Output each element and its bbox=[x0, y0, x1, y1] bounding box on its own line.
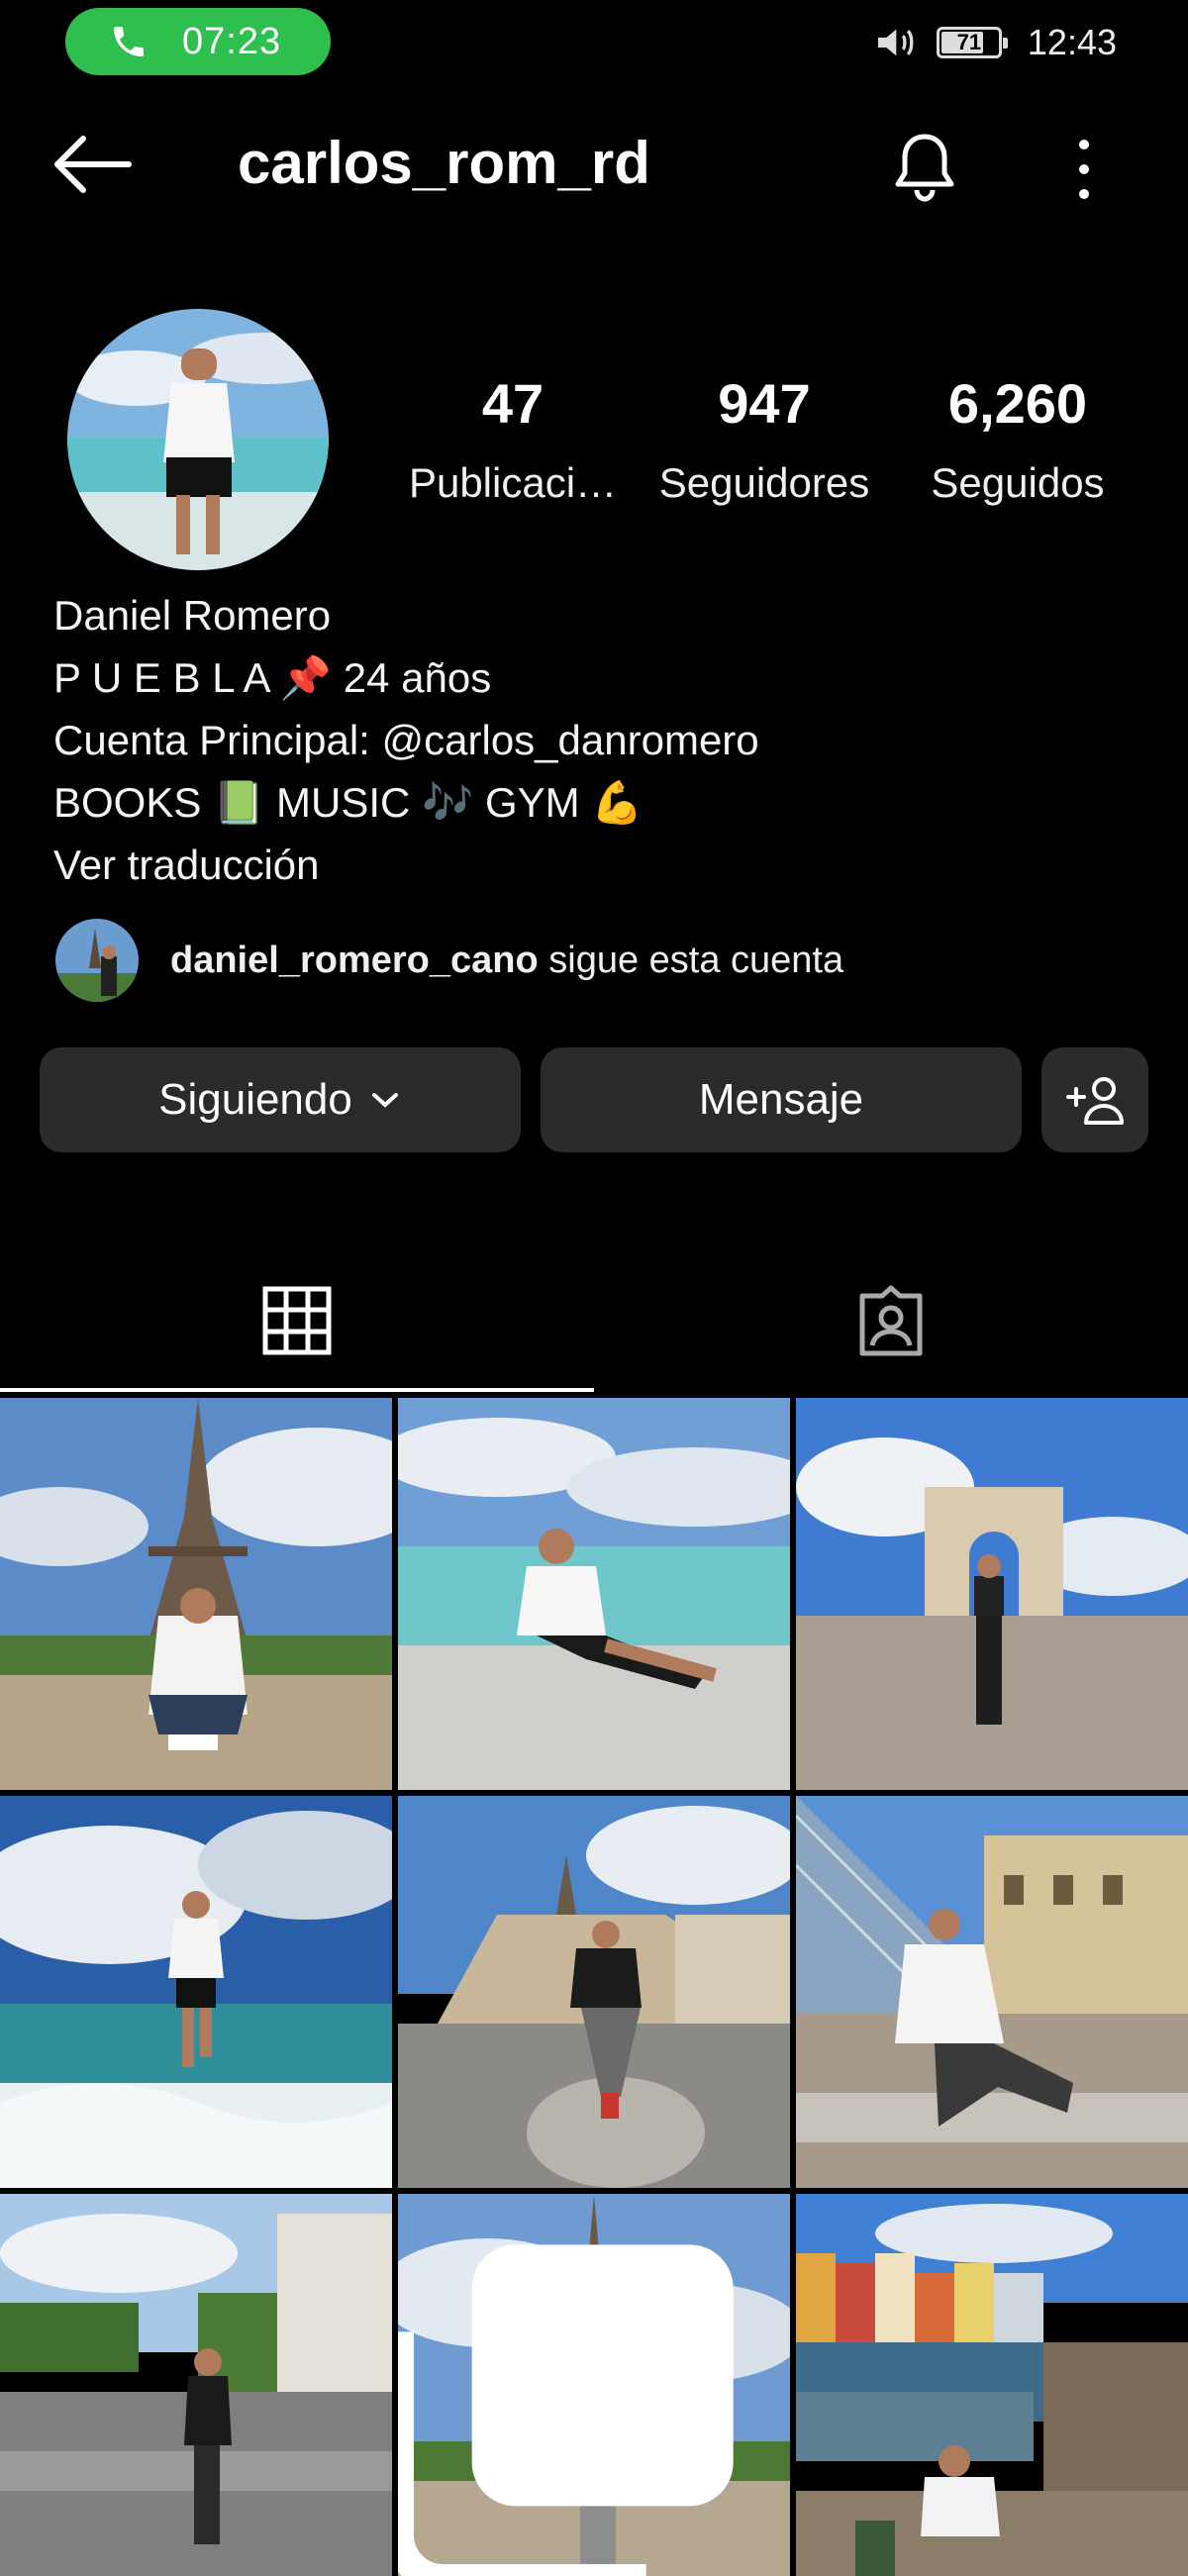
posts-label: Publicaci… bbox=[408, 459, 618, 506]
tab-tagged[interactable] bbox=[594, 1249, 1188, 1392]
back-button[interactable] bbox=[50, 135, 135, 194]
following-button[interactable]: Siguiendo bbox=[40, 1047, 521, 1152]
bell-icon bbox=[895, 134, 954, 202]
posts-stat[interactable]: 47 Publicaci… bbox=[384, 376, 642, 507]
call-duration: 07:23 bbox=[182, 20, 282, 62]
following-label: Seguidos bbox=[931, 459, 1105, 506]
status-clock: 12:43 bbox=[1027, 22, 1117, 62]
volume-icon bbox=[877, 29, 914, 56]
ongoing-call-pill[interactable]: 07:23 bbox=[65, 8, 331, 75]
phone-icon bbox=[114, 27, 144, 56]
profile-tabs bbox=[0, 1249, 1188, 1392]
see-translation-link[interactable]: Ver traducción bbox=[53, 834, 1142, 896]
post-thumbnail[interactable] bbox=[0, 1398, 392, 1790]
post-thumbnail[interactable] bbox=[398, 1796, 790, 2188]
active-tab-indicator bbox=[0, 1388, 594, 1392]
page-title: carlos_rom_rd bbox=[238, 130, 650, 196]
profile-bio: Daniel Romero P U E B L A 📌 24 años Cuen… bbox=[53, 584, 1142, 896]
post-thumbnail[interactable] bbox=[398, 1398, 790, 1790]
profile-header: carlos_rom_rd bbox=[0, 109, 1188, 208]
bio-line-account[interactable]: Cuenta Principal: @carlos_danromero bbox=[53, 709, 1142, 771]
more-options-button[interactable] bbox=[1059, 135, 1109, 204]
followers-stat[interactable]: 947 Seguidores bbox=[636, 376, 893, 507]
multiple-photos-icon bbox=[398, 2244, 734, 2576]
post-thumbnail[interactable] bbox=[0, 2194, 392, 2576]
back-arrow-icon bbox=[54, 136, 132, 193]
mutual-followers-text: daniel_romero_cano sigue esta cuenta bbox=[170, 940, 843, 982]
add-user-icon bbox=[1066, 1077, 1124, 1125]
post-thumbnail[interactable] bbox=[796, 1796, 1188, 2188]
notifications-button[interactable] bbox=[885, 129, 964, 208]
post-thumbnail[interactable] bbox=[398, 2194, 790, 2576]
mutual-followers[interactable]: daniel_romero_cano sigue esta cuenta bbox=[55, 919, 843, 1002]
followers-label: Seguidores bbox=[658, 459, 870, 506]
tab-posts-grid[interactable] bbox=[0, 1249, 594, 1392]
mutual-follower-suffix: sigue esta cuenta bbox=[538, 939, 844, 981]
more-vertical-icon bbox=[1079, 140, 1089, 199]
message-button-label: Mensaje bbox=[698, 1075, 864, 1124]
suggested-users-button[interactable] bbox=[1041, 1047, 1148, 1152]
tagged-icon bbox=[859, 1285, 923, 1356]
posts-count: 47 bbox=[481, 372, 544, 435]
bio-line-interests: BOOKS 📗 MUSIC 🎶 GYM 💪 bbox=[53, 779, 644, 826]
mutual-follower-username[interactable]: daniel_romero_cano bbox=[170, 940, 539, 981]
post-thumbnail[interactable] bbox=[796, 2194, 1188, 2576]
battery-icon: 71 bbox=[936, 27, 1008, 58]
profile-avatar[interactable] bbox=[67, 309, 329, 570]
following-count: 6,260 bbox=[947, 372, 1088, 435]
post-thumbnail[interactable] bbox=[796, 1398, 1188, 1790]
post-thumbnail[interactable] bbox=[0, 1796, 392, 2188]
followers-count: 947 bbox=[718, 372, 811, 435]
chevron-down-icon bbox=[371, 1093, 398, 1108]
display-name: Daniel Romero bbox=[53, 592, 332, 639]
following-button-label: Siguiendo bbox=[158, 1075, 352, 1124]
battery-level: 71 bbox=[956, 30, 982, 54]
mutual-follower-avatar bbox=[55, 919, 139, 1002]
following-stat[interactable]: 6,260 Seguidos bbox=[889, 376, 1146, 507]
grid-icon bbox=[262, 1286, 332, 1355]
bio-line-location: P U E B L A 📌 24 años bbox=[53, 654, 492, 701]
message-button[interactable]: Mensaje bbox=[541, 1047, 1022, 1152]
status-bar: 07:23 71 12:43 bbox=[0, 0, 1188, 85]
